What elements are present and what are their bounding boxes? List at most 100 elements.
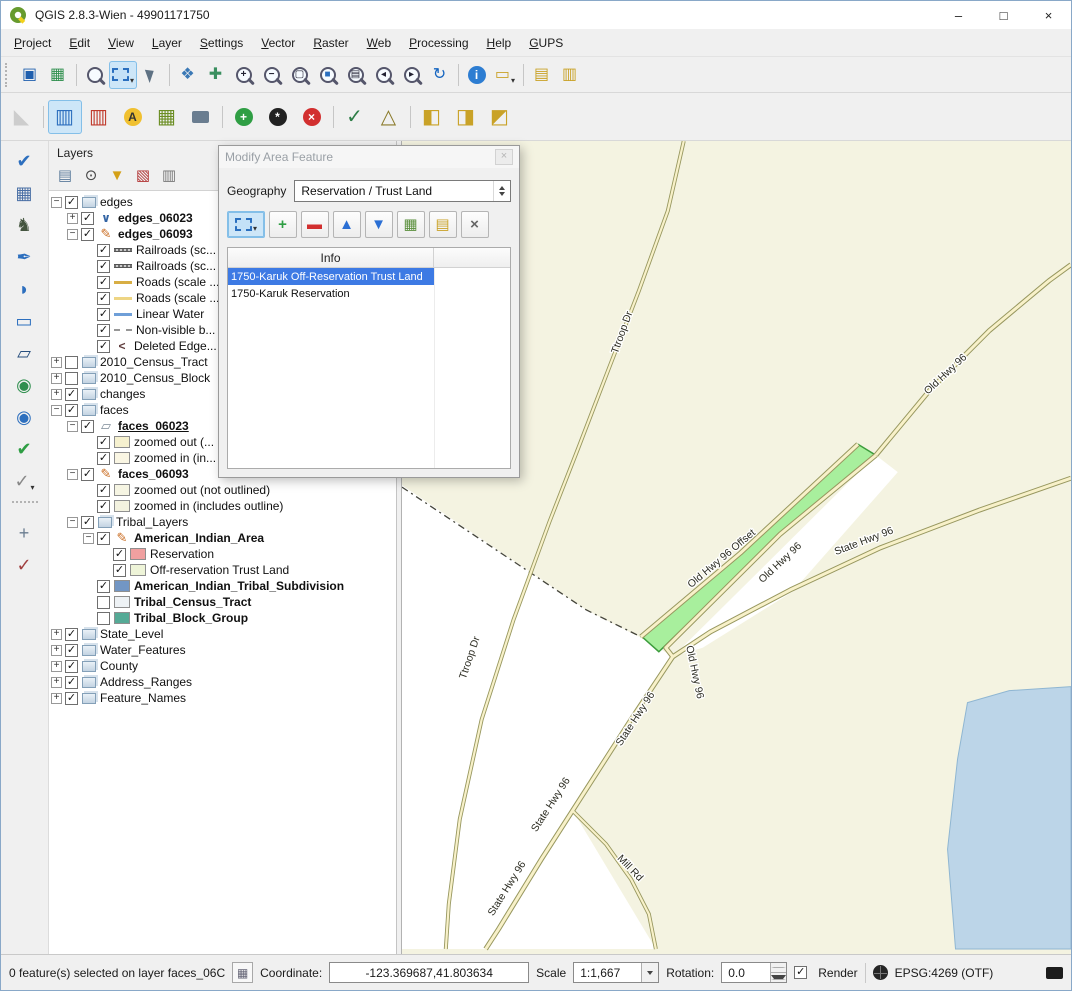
spin-up-button[interactable] (771, 963, 786, 973)
dialog-move-up-icon[interactable]: ▲ (333, 211, 361, 238)
layer-tree-item[interactable]: Reservation (49, 546, 396, 562)
raster-checker-icon[interactable]: ▦ (9, 178, 41, 208)
label-tool-icon[interactable]: A (116, 100, 150, 134)
zoom-full-extent-icon[interactable]: ▢ (286, 61, 314, 89)
tree-expander-icon[interactable] (51, 389, 62, 400)
zoom-to-layer-icon[interactable]: ▤ (342, 61, 370, 89)
tree-expander-icon[interactable] (67, 229, 78, 240)
layer-tree-item[interactable]: American_Indian_Area (49, 530, 396, 546)
pan-to-selection-icon[interactable]: ✚ (202, 61, 230, 89)
tree-expander-icon[interactable] (51, 693, 62, 704)
zoom-to-selection-icon[interactable]: ■ (314, 61, 342, 89)
layer-visibility-checkbox[interactable] (97, 452, 110, 465)
layer-tree-item[interactable]: Off-reservation Trust Land (49, 562, 396, 578)
identify-features-icon[interactable]: i (463, 61, 491, 89)
menu-item[interactable]: Settings (191, 31, 252, 55)
layer-visibility-checkbox[interactable] (81, 228, 94, 241)
save-project-icon[interactable]: ▣ (16, 61, 44, 89)
layer-visibility-checkbox[interactable] (97, 244, 110, 257)
import-door-c-icon[interactable]: ◩ (483, 100, 517, 134)
layer-visibility-checkbox[interactable] (81, 516, 94, 529)
select-features-icon[interactable]: ▾ (109, 61, 137, 89)
menu-item[interactable]: Vector (252, 31, 304, 55)
layer-visibility-checkbox[interactable] (97, 580, 110, 593)
zoom-out-icon[interactable]: − (258, 61, 286, 89)
maximize-button[interactable]: □ (981, 1, 1026, 29)
render-checkbox[interactable] (794, 966, 807, 979)
road-graph-icon[interactable]: ✓ (9, 550, 41, 580)
tree-expander-icon[interactable] (51, 373, 62, 384)
layer-visibility-checkbox[interactable] (65, 196, 78, 209)
epsg-status-text[interactable]: EPSG:4269 (OTF) (895, 966, 994, 980)
layer-tree-item[interactable]: Address_Ranges (49, 674, 396, 690)
web-globe-icon[interactable]: ◉ (9, 370, 41, 400)
validate-map-icon[interactable]: ✓ (338, 100, 372, 134)
add-group-icon[interactable]: ▤ (52, 163, 78, 187)
grass-tools-icon[interactable]: ♞ (9, 210, 41, 240)
tree-expander-icon[interactable] (51, 677, 62, 688)
info-row[interactable]: 1750-Karuk Off-Reservation Trust Land (228, 268, 434, 285)
layer-tree-item[interactable]: Tribal_Layers (49, 514, 396, 530)
layer-visibility-checkbox[interactable] (65, 644, 78, 657)
rotation-spin-buttons[interactable] (770, 963, 786, 982)
tree-expander-icon[interactable] (51, 645, 62, 656)
pointer-tool-icon[interactable] (137, 61, 165, 89)
minimize-button[interactable]: – (936, 1, 981, 29)
layer-visibility-checkbox[interactable] (97, 340, 110, 353)
edit-geometry-icon[interactable]: △ (372, 100, 406, 134)
layer-visibility-icon[interactable]: ⊙ (78, 163, 104, 187)
import-door-b-icon[interactable]: ◨ (449, 100, 483, 134)
layer-visibility-checkbox[interactable] (97, 324, 110, 337)
layer-tree-item[interactable]: Tribal_Census_Tract (49, 594, 396, 610)
dialog-map-icon[interactable]: ▦ (397, 211, 425, 238)
layer-visibility-checkbox[interactable] (81, 420, 94, 433)
tree-expander-icon[interactable] (83, 533, 94, 544)
georeferencer-crosshair-icon[interactable]: + (9, 518, 41, 548)
layer-visibility-checkbox[interactable] (65, 404, 78, 417)
layer-tree-item[interactable]: zoomed out (not outlined) (49, 482, 396, 498)
zoom-to-native-icon[interactable] (81, 61, 109, 89)
zoom-last-icon[interactable]: ◂ (370, 61, 398, 89)
messages-bubble-icon[interactable] (1046, 967, 1063, 979)
select-shape-icon[interactable]: ▭ (9, 306, 41, 336)
layer-visibility-checkbox[interactable] (97, 484, 110, 497)
menu-item[interactable]: Web (358, 31, 400, 55)
filter-legend-icon[interactable]: ▼ (104, 163, 130, 187)
zoom-next-icon[interactable]: ▸ (398, 61, 426, 89)
menu-item[interactable]: Help (478, 31, 521, 55)
zoom-in-icon[interactable]: + (230, 61, 258, 89)
interpolation-icon[interactable]: ◗ (9, 274, 41, 304)
layer-visibility-checkbox[interactable] (97, 596, 110, 609)
info-row[interactable]: 1750-Karuk Reservation (228, 285, 434, 302)
layer-tree-item[interactable]: State_Level (49, 626, 396, 642)
geography-combobox[interactable]: Reservation / Trust Land (294, 180, 511, 202)
tree-expander-icon[interactable] (51, 661, 62, 672)
globe-icon[interactable]: ◉ (9, 402, 41, 432)
dialog-form-icon[interactable]: ▤ (429, 211, 457, 238)
menu-item[interactable]: Edit (60, 31, 99, 55)
review-comment-icon[interactable] (184, 100, 218, 134)
copy-style-icon[interactable]: ▤ (528, 61, 556, 89)
layer-visibility-checkbox[interactable] (113, 548, 126, 561)
info-column-header[interactable]: Info (228, 248, 434, 267)
menu-item[interactable]: GUPS (520, 31, 572, 55)
clear-area-feature-tool-icon[interactable]: ▥ (82, 100, 116, 134)
vertex-tool-icon[interactable]: ✓ ▾ (9, 466, 41, 496)
layer-tree-item[interactable]: County (49, 658, 396, 674)
pan-map-icon[interactable]: ❖ (174, 61, 202, 89)
layer-visibility-checkbox[interactable] (81, 468, 94, 481)
tree-expander-icon[interactable] (67, 469, 78, 480)
layer-tree-item[interactable]: Feature_Names (49, 690, 396, 706)
feather-pen-icon[interactable]: ✒ (9, 242, 41, 272)
layer-visibility-checkbox[interactable] (97, 532, 110, 545)
tree-expander-icon[interactable] (67, 517, 78, 528)
dialog-select-tool-icon[interactable]: ▾ (227, 211, 265, 238)
map-composer-icon[interactable]: ▦ (44, 61, 72, 89)
dialog-title-bar[interactable]: Modify Area Feature × (219, 146, 519, 168)
rotation-spinbox[interactable]: 0.0 (721, 962, 787, 983)
tree-expander-icon[interactable] (51, 405, 62, 416)
digitize-vector-icon[interactable]: ✔ (9, 146, 41, 176)
menu-item[interactable]: View (99, 31, 143, 55)
spin-down-button[interactable] (771, 973, 786, 982)
scale-combobox[interactable]: 1:1,667 (573, 962, 659, 983)
